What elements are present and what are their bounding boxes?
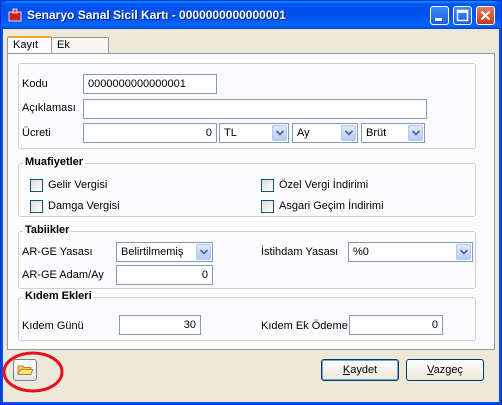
chevron-down-icon [460,249,468,255]
app-icon [8,8,22,22]
tab-panel: Kodu 0000000000000001 Açıklaması Ücreti … [7,53,495,350]
tabiikler-title: Tabiikler [23,224,72,236]
checkbox-box[interactable] [261,200,274,213]
muafiyetler-group: Muafiyetler Gelir Vergisi Damga Vergisi … [18,156,476,217]
tab-ek-haklar[interactable]: Ek Haklar [51,37,109,66]
checkbox-box[interactable] [30,179,43,192]
cancel-button[interactable]: Vazgeç [406,359,484,381]
kidem-gunu-input[interactable]: 30 [119,315,201,335]
damga-vergisi-checkbox[interactable]: Damga Vergisi [30,200,150,214]
arge-yasasi-dropdown-button[interactable] [196,244,211,260]
arge-yasasi-select[interactable]: Belirtilmemiş [116,242,213,262]
arge-yasasi-label: AR-GE Yasası [22,246,93,258]
currency-value: TL [224,127,237,139]
kidem-ek-odeme-label: Kıdem Ek Ödeme [261,320,348,332]
gelir-vergisi-checkbox[interactable]: Gelir Vergisi [30,179,150,193]
arge-adam-ay-label: AR-GE Adam/Ay [22,269,104,281]
muafiyetler-title: Muafiyetler [23,156,86,168]
save-label-rest: aydet [350,364,378,376]
kidem-ek-odeme-input[interactable]: 0 [349,315,443,335]
arge-yasasi-value: Belirtilmemiş [121,246,184,258]
close-button[interactable] [476,6,495,25]
gross-dropdown-button[interactable] [408,125,423,141]
istihdam-yasasi-value: %0 [353,246,369,258]
ucret-input[interactable]: 0 [83,123,217,143]
kidem-ekleri-group: Kıdem Ekleri Kıdem Günü 30 Kıdem Ek Ödem… [18,290,476,341]
chevron-down-icon [200,249,208,255]
cancel-label-rest: azgeç [433,364,463,376]
asgari-gecim-indirimi-checkbox[interactable]: Asgari Geçim İndirimi [261,200,401,214]
period-value: Ay [297,127,310,139]
period-dropdown-button[interactable] [341,125,356,141]
kidem-ekleri-title: Kıdem Ekleri [23,290,94,302]
title-bar[interactable]: Senaryo Sanal Sicil Kartı - 000000000000… [1,1,501,29]
asgari-gecim-indirimi-label: Asgari Geçim İndirimi [279,200,384,212]
minimize-icon [435,18,442,21]
istihdam-yasasi-label: İstihdam Yasası [261,246,339,258]
kodu-label: Kodu [22,78,48,90]
maximize-button[interactable] [453,6,472,25]
currency-dropdown-button[interactable] [272,125,287,141]
arge-adam-ay-input[interactable]: 0 [116,265,213,285]
ucret-label: Ücreti [22,127,51,139]
istihdam-yasasi-dropdown-button[interactable] [456,244,471,260]
period-select[interactable]: Ay [292,123,358,143]
kidem-gunu-label: Kıdem Günü [22,320,84,332]
kodu-input[interactable]: 0000000000000001 [83,74,217,94]
aciklama-label: Açıklaması [22,102,76,114]
checkbox-box[interactable] [261,179,274,192]
highlight-circle [2,351,64,393]
currency-select[interactable]: TL [219,123,289,143]
maximize-icon [456,9,469,22]
ozel-vergi-indirimi-label: Özel Vergi İndirimi [279,179,369,191]
gelir-vergisi-label: Gelir Vergisi [48,179,108,191]
window-title: Senaryo Sanal Sicil Kartı - 000000000000… [27,8,286,22]
main-fields-group: Kodu 0000000000000001 Açıklaması Ücreti … [18,63,476,149]
gross-select[interactable]: Brüt [361,123,425,143]
tabiikler-group: Tabiikler AR-GE Yasası Belirtilmemiş İst… [18,224,476,289]
ozel-vergi-indirimi-checkbox[interactable]: Özel Vergi İndirimi [261,179,401,193]
checkbox-box[interactable] [30,200,43,213]
damga-vergisi-label: Damga Vergisi [48,200,120,212]
aciklama-input[interactable] [83,99,427,119]
chevron-down-icon [345,130,353,136]
chevron-down-icon [412,130,420,136]
minimize-button[interactable] [430,6,449,25]
save-button[interactable]: Kaydet [321,359,399,381]
istihdam-yasasi-select[interactable]: %0 [348,242,473,262]
close-icon [480,10,491,21]
tab-kayit-label: Kayıt [13,39,39,51]
window: Senaryo Sanal Sicil Kartı - 000000000000… [0,0,502,405]
gross-value: Brüt [366,127,387,139]
chevron-down-icon [276,130,284,136]
